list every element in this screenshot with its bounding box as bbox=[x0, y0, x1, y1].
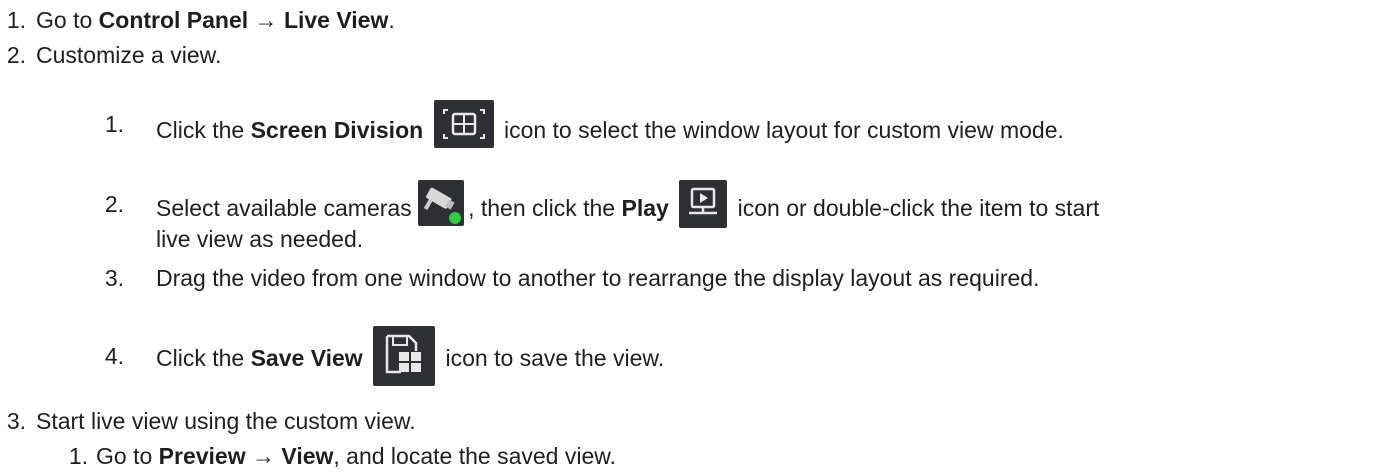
substep-text: Go to bbox=[96, 443, 159, 469]
arrow: → bbox=[245, 443, 282, 469]
screen-division-label: Screen Division bbox=[250, 117, 424, 143]
camera-online-icon bbox=[418, 180, 465, 226]
substep-text: live view as needed. bbox=[156, 226, 364, 252]
play-label: Play bbox=[621, 195, 669, 221]
save-view-label: Save View bbox=[250, 345, 363, 371]
step-text: Go to bbox=[36, 7, 99, 33]
step-text: Customize a view. bbox=[36, 42, 222, 68]
substep-text: Click the bbox=[156, 345, 251, 371]
instructions-page: { "steps": [ { "num": "1.", "prefix": "G… bbox=[0, 0, 1380, 475]
substep-suffix: , and locate the saved view. bbox=[333, 443, 616, 469]
substep-number: 1. bbox=[104, 111, 124, 137]
substep-suffix: icon to save the view. bbox=[439, 345, 665, 371]
substep-suffix: icon or double-click the item to start bbox=[731, 195, 1100, 221]
substep-text: Click the bbox=[156, 117, 251, 143]
substep-number: 4. bbox=[104, 343, 124, 369]
substep-suffix: icon to select the window layout for cus… bbox=[497, 117, 1064, 143]
save-view-icon bbox=[373, 326, 436, 386]
menu-preview: Preview bbox=[158, 443, 246, 469]
substep-text: Select available cameras bbox=[156, 195, 419, 221]
substep-number: 2. bbox=[104, 191, 124, 217]
substep-text: Drag the video from one window to anothe… bbox=[156, 265, 1040, 291]
step-number: 2. bbox=[6, 42, 26, 68]
step-text: Start live view using the custom view. bbox=[36, 408, 416, 434]
arrow: → bbox=[248, 7, 284, 33]
menu-control-panel: Control Panel bbox=[98, 7, 249, 33]
step-number: 3. bbox=[6, 408, 26, 434]
substep-number: 3. bbox=[104, 265, 124, 291]
menu-view: View bbox=[281, 443, 334, 469]
step-suffix: . bbox=[388, 7, 395, 33]
substep-number: 1. bbox=[68, 443, 88, 469]
play-monitor-icon bbox=[679, 180, 728, 228]
menu-live-view: Live View bbox=[283, 7, 389, 33]
substep-middle: , then click the bbox=[468, 195, 622, 221]
screen-division-icon bbox=[433, 100, 494, 148]
step-number: 1. bbox=[6, 7, 26, 33]
